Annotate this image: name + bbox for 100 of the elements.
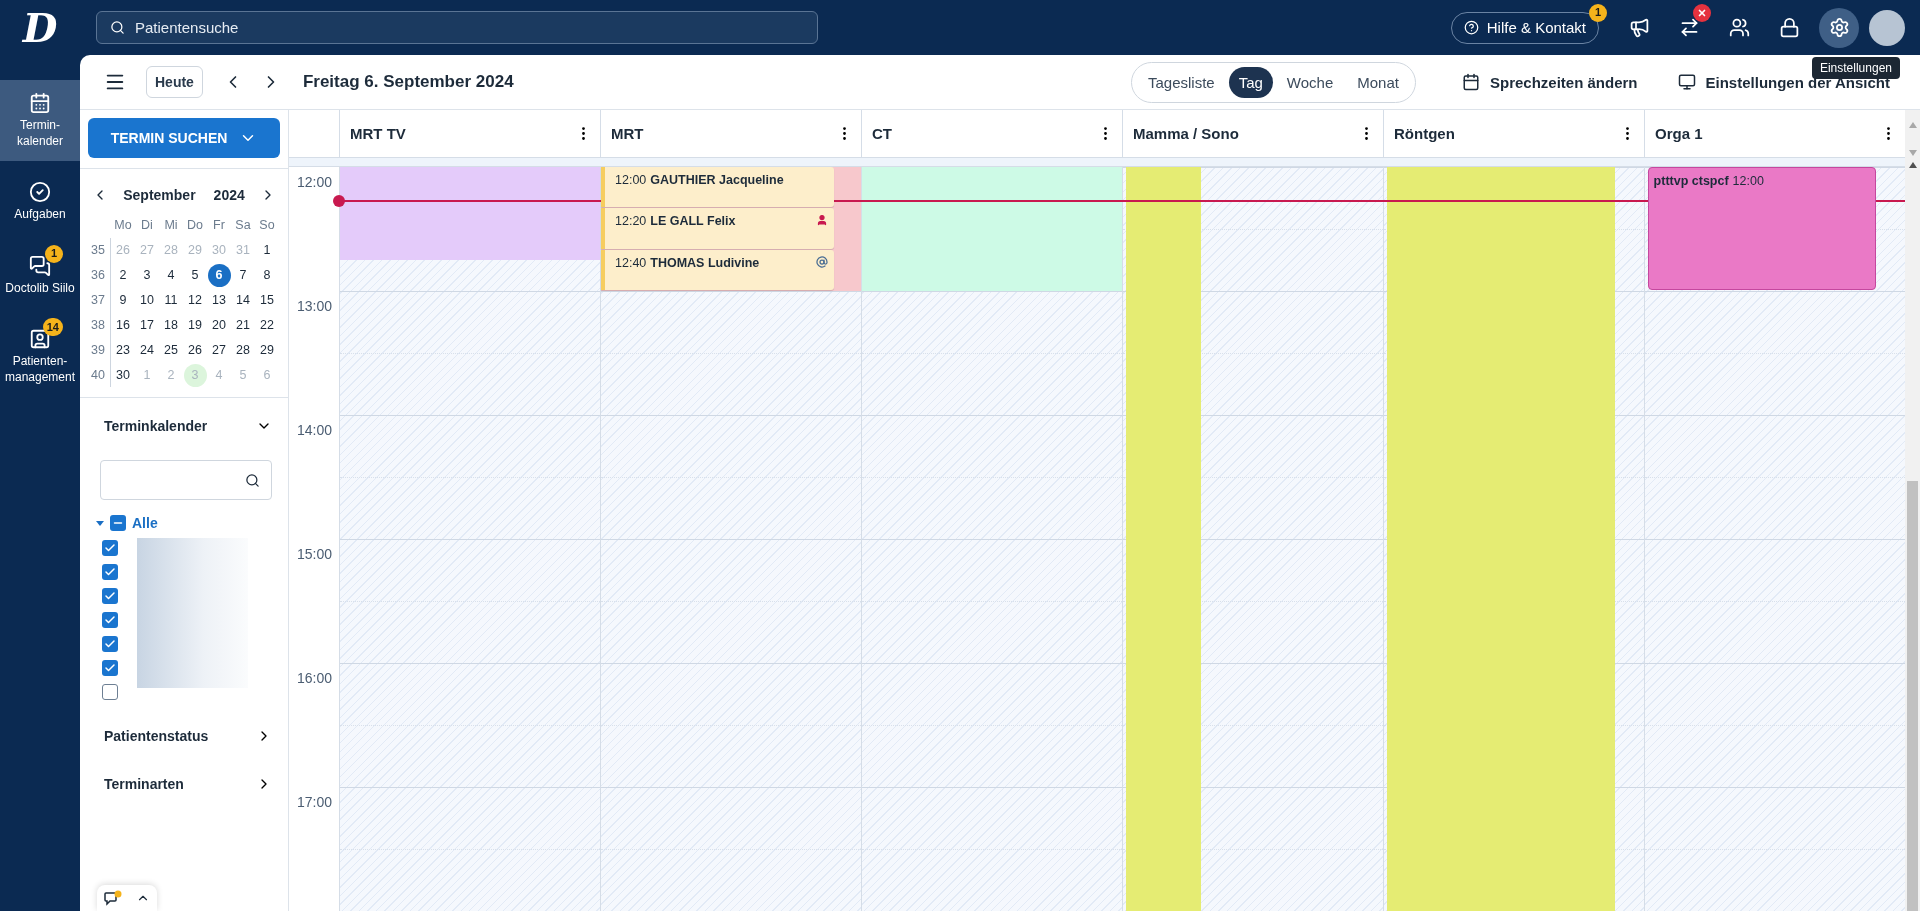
nav-item[interactable]: Aufgaben xyxy=(0,169,80,235)
view-tab[interactable]: Woche xyxy=(1276,66,1344,98)
calendar-day[interactable]: 23 xyxy=(111,338,135,362)
calendar-day[interactable]: 8 xyxy=(255,263,279,287)
column-title: MRT xyxy=(611,125,644,142)
calendar-day[interactable]: 12 xyxy=(183,288,207,312)
calendar-day[interactable]: 9 xyxy=(111,288,135,312)
calendar-day[interactable]: 1 xyxy=(255,238,279,262)
weekday-label: Mo xyxy=(113,217,133,234)
checkbox[interactable] xyxy=(102,588,118,604)
appointment-card[interactable]: 12:00 GAUTHIER Jacqueline xyxy=(601,167,834,208)
check-icon xyxy=(104,566,116,578)
calendar-day[interactable]: 28 xyxy=(231,338,255,362)
calendar-day[interactable]: 20 xyxy=(207,313,231,337)
calendar-day[interactable]: 15 xyxy=(255,288,279,312)
patient-search-field[interactable]: Patientensuche xyxy=(96,11,818,44)
year-label[interactable]: 2024 xyxy=(213,187,245,203)
logo: D xyxy=(22,7,58,48)
settings-button[interactable] xyxy=(1819,7,1859,48)
checkbox[interactable] xyxy=(110,515,126,531)
calendar-day[interactable]: 11 xyxy=(159,288,183,312)
block-title: ptttvp ctspcf xyxy=(1653,174,1729,188)
chat-widget[interactable] xyxy=(97,885,157,911)
nav-item[interactable]: Termin- kalender xyxy=(0,80,80,162)
view-tab[interactable]: Tagesliste xyxy=(1137,66,1225,98)
calendar-day[interactable]: 10 xyxy=(135,288,159,312)
month-label[interactable]: September xyxy=(123,187,196,203)
calendar-day[interactable]: 24 xyxy=(135,338,159,362)
check-circle-icon xyxy=(29,181,51,204)
blocked-time-card[interactable]: ptttvp ctspcf 12:00 xyxy=(1647,167,1877,290)
nav-item[interactable]: 1 Doctolib Siilo xyxy=(0,242,80,309)
view-tab[interactable]: Tag xyxy=(1228,66,1273,98)
scroll-up-icon[interactable] xyxy=(1908,162,1917,168)
calendar-day[interactable]: 2 xyxy=(111,263,135,287)
weekday-label: Do xyxy=(186,217,204,234)
checkbox[interactable] xyxy=(102,684,118,700)
calendar-icon xyxy=(29,92,51,114)
toolbar-action[interactable]: Sprechzeiten ändern xyxy=(1454,67,1646,97)
calendar-day[interactable]: 25 xyxy=(159,338,183,362)
calendar-day[interactable]: 18 xyxy=(159,313,183,337)
view-tab[interactable]: Monat xyxy=(1347,66,1409,98)
checkbox[interactable] xyxy=(102,660,118,676)
calendar-day[interactable]: 30 xyxy=(111,363,135,387)
calendar-day[interactable]: 14 xyxy=(231,288,255,312)
column-title: Orga 1 xyxy=(1655,125,1703,142)
section-title[interactable]: Patientenstatus xyxy=(104,728,209,744)
weekday-label: Fr xyxy=(212,217,226,234)
calendar-day[interactable]: 29 xyxy=(255,338,279,362)
tree-label[interactable]: Alle xyxy=(132,515,158,531)
calendar-day[interactable]: 17 xyxy=(135,313,159,337)
help-icon xyxy=(1463,20,1479,35)
find-appointment-button[interactable]: TERMIN SUCHEN xyxy=(88,118,280,158)
calendar-day[interactable]: 19 xyxy=(183,313,207,337)
avatar[interactable] xyxy=(1869,9,1905,46)
checkbox[interactable] xyxy=(102,636,118,652)
hour-label: 17:00 xyxy=(297,794,333,810)
filter-field[interactable] xyxy=(100,460,272,500)
calendar-day[interactable]: 27 xyxy=(207,338,231,362)
appointment-time: 12:20 xyxy=(615,214,647,229)
calendar-day[interactable]: 5 xyxy=(183,263,207,287)
week-number: 36 xyxy=(90,267,106,284)
check-icon xyxy=(104,542,116,554)
close-icon xyxy=(1697,7,1707,18)
nav-item[interactable]: 14 Patienten- management xyxy=(0,316,80,398)
checkbox[interactable] xyxy=(102,540,118,556)
column-title: MRT TV xyxy=(350,125,406,142)
check-icon xyxy=(104,614,116,626)
week-number: 37 xyxy=(90,292,106,309)
lock-icon xyxy=(1778,17,1800,38)
appointment-time: 12:40 xyxy=(615,255,647,270)
chat-icon xyxy=(29,254,51,277)
weekday-label: Mi xyxy=(163,217,179,234)
appointment-card[interactable]: 12:40 THOMAS Ludivine xyxy=(601,249,834,290)
column-title: Röntgen xyxy=(1394,125,1455,142)
today-button[interactable]: Heute xyxy=(146,66,203,98)
count-badge: 14 xyxy=(42,318,63,337)
calendar-day[interactable]: 26 xyxy=(183,338,207,362)
calendar-day[interactable]: 13 xyxy=(207,288,231,312)
checkbox[interactable] xyxy=(102,612,118,628)
hour-label: 12:00 xyxy=(297,174,333,190)
calendar-day[interactable]: 3 xyxy=(135,263,159,287)
calendar-day[interactable]: 16 xyxy=(111,313,135,337)
patient-name: LE GALL Felix xyxy=(650,214,736,229)
checkbox[interactable] xyxy=(102,564,118,580)
scrollbar-thumb[interactable] xyxy=(1907,481,1918,911)
calendar-day[interactable]: 7 xyxy=(231,263,255,287)
calendar-day[interactable]: 6 xyxy=(207,263,231,287)
appointment-card[interactable]: 12:20 LE GALL Felix xyxy=(601,208,834,249)
hour-label: 13:00 xyxy=(297,298,333,314)
at-icon xyxy=(815,255,828,268)
hour-label: 15:00 xyxy=(297,546,333,562)
hour-label: 16:00 xyxy=(297,670,333,686)
section-title[interactable]: Terminkalender xyxy=(104,418,208,434)
section-title[interactable]: Terminarten xyxy=(104,776,184,792)
week-number: 38 xyxy=(90,317,106,334)
caret-icon[interactable] xyxy=(96,519,104,527)
patient-name: THOMAS Ludivine xyxy=(650,255,760,270)
calendar-day[interactable]: 22 xyxy=(255,313,279,337)
calendar-day[interactable]: 21 xyxy=(231,313,255,337)
calendar-day[interactable]: 4 xyxy=(159,263,183,287)
